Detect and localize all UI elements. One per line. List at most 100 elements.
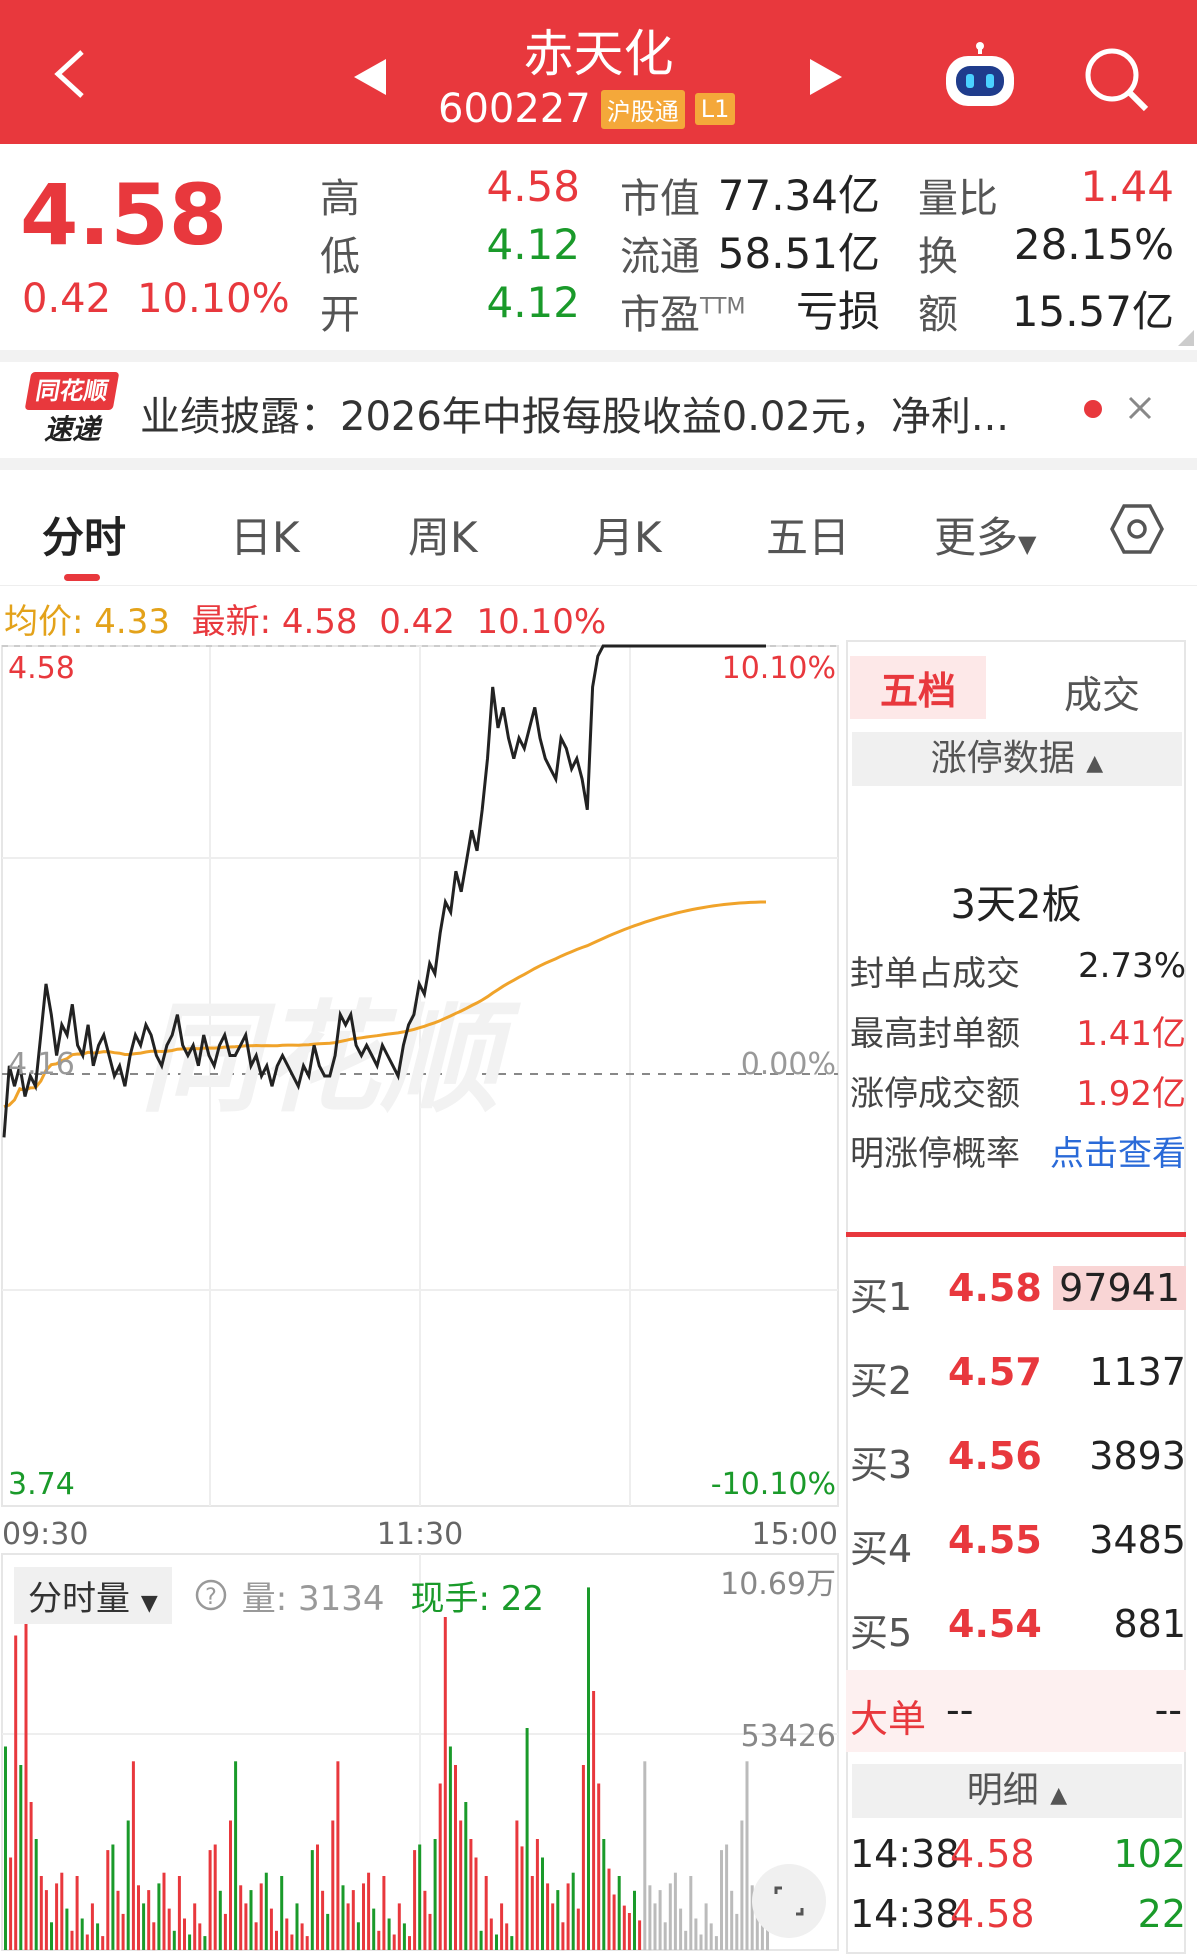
volume-bar [70,1930,74,1950]
volume-bar [612,1894,616,1950]
volume-bar [408,1936,411,1950]
volume-amount: 量: 3134 [241,1578,385,1619]
limit-data-button[interactable]: 涨停数据 ▲ [852,732,1182,786]
volume-bar [50,1922,53,1951]
volume-bar [188,1934,192,1950]
volume-selector[interactable]: 分时量 ▼ [14,1566,172,1624]
unread-dot-icon [1084,400,1102,418]
news-ticker[interactable]: 同花顺 速递 业绩披露：2026年中报每股收益0.02元，净利... [0,356,1197,462]
bid-qty: 3893 [1089,1434,1186,1478]
volume-bar [131,1761,135,1950]
bid-price: 4.58 [948,1266,1042,1310]
volume-bar [556,1890,560,1950]
close-icon[interactable] [1126,394,1154,422]
volume-bar [592,1691,596,1950]
volume-bar [55,1883,59,1950]
volume-bar [280,1876,284,1950]
header-bar: 赤天化 600227 沪股通 L1 [0,0,1197,144]
volume-bar [679,1908,683,1950]
latest-change: 0.42 [379,602,455,642]
volume-bar [177,1876,181,1950]
news-text[interactable]: 业绩披露：2026年中报每股收益0.02元，净利... [140,384,1060,442]
open-value: 4.12 [486,278,580,327]
volume-bar [402,1923,406,1950]
tab-intraday[interactable]: 分时 [42,504,126,565]
tab-monthly-k[interactable]: 月K [592,504,662,565]
volume-bar [111,1844,115,1950]
collapse-caret-icon: ▲ [1086,751,1104,776]
fullscreen-icon[interactable] [750,1862,828,1940]
volume-bar [24,1598,28,1950]
limit-probability-link[interactable]: 点击查看 [1050,1126,1186,1175]
limit-row-label: 最高封单额 [850,1014,1020,1054]
volume-bar [551,1903,555,1950]
volume-bar [495,1934,498,1950]
volume-bar [106,1850,110,1950]
settings-hex-icon[interactable] [1110,502,1164,556]
volume-bar [581,1765,585,1950]
volume-bar [126,1820,130,1950]
bid-row[interactable]: 买1 4.58 97941 [850,1258,1186,1319]
intraday-chart[interactable]: 同花顺 4.58 4.16 3.74 10.10% 0.00% -10.10% … [0,640,842,1954]
tab-deals[interactable]: 成交 [1064,664,1140,719]
bid-qty: 97941 [1053,1266,1186,1310]
volume-bar [638,1920,642,1950]
bid-row[interactable]: 买2 4.57 1137 [850,1342,1186,1403]
volume-bar [663,1922,667,1951]
y-label-top: 4.58 [8,651,75,686]
volume-bar [469,1839,473,1950]
volume-bar [223,1913,227,1950]
chart-summary: 均价: 4.33 最新: 4.58 0.42 10.10% [4,594,606,643]
volume-bar [90,1903,94,1950]
right-tabs: 五档 成交 [846,644,1186,722]
volume-bar [633,1890,636,1950]
volume-bar [709,1923,713,1950]
big-order-row[interactable]: 大单 -- -- [846,1670,1186,1752]
bid-price: 4.54 [948,1602,1042,1646]
volume-bar [65,1908,69,1950]
volume-bar [607,1868,611,1950]
volume-bar [203,1936,207,1950]
volume-bar [541,1857,544,1950]
volume-bar [377,1930,381,1950]
volume-bar [14,1635,18,1950]
volume-bar [152,1922,156,1951]
amount-value: 15.57亿 [1011,287,1174,336]
volume-bar [448,1746,452,1950]
volume-ratio-label: 量比 [918,176,998,222]
robot-assistant-icon[interactable] [940,42,1020,112]
volume-bar [372,1908,376,1950]
tab-daily-k[interactable]: 日K [230,504,300,565]
tab-five-day[interactable]: 五日 [766,504,850,565]
volume-bar [29,1802,33,1950]
tag-level: L1 [694,93,736,125]
low-value: 4.12 [486,220,580,269]
bid-row[interactable]: 买3 4.56 3893 [850,1426,1186,1487]
bid-label: 买1 [850,1275,913,1319]
tab-weekly-k[interactable]: 周K [408,504,478,565]
tab-five-levels[interactable]: 五档 [850,656,987,719]
volume-bar [745,1761,749,1950]
tab-more-label: 更多 [934,513,1019,562]
volume-bar [239,1885,243,1951]
search-icon[interactable] [1082,45,1150,113]
bid-label: 买5 [850,1611,913,1655]
volume-bar [515,1820,519,1950]
volume-bar [305,1936,309,1950]
next-stock-icon[interactable] [806,55,846,99]
bid-row[interactable]: 买4 4.55 3485 [850,1510,1186,1571]
tag-hkconnect: 沪股通 [600,89,685,129]
bid-price: 4.56 [948,1434,1042,1478]
limit-row: 最高封单额 1.41亿 [850,1006,1186,1055]
order-book-panel: 五档 成交 涨停数据 ▲ 3天2板 封单占成交 2.73% 最高封单额 1.41亿 … [846,640,1197,1954]
bid-row[interactable]: 买5 4.54 881 [850,1594,1186,1655]
pct-label-mid: 0.00% [741,1047,836,1082]
tab-more[interactable]: 更多▼ [934,504,1036,565]
volume-bar [520,1846,524,1950]
float-value: 58.51亿 [717,229,880,278]
detail-button[interactable]: 明细 ▲ [852,1764,1182,1818]
volume-selector-label: 分时量 [28,1578,130,1619]
volume-bar [387,1918,391,1950]
pct-label-top: 10.10% [722,651,836,686]
help-icon[interactable]: ? [194,1578,228,1612]
